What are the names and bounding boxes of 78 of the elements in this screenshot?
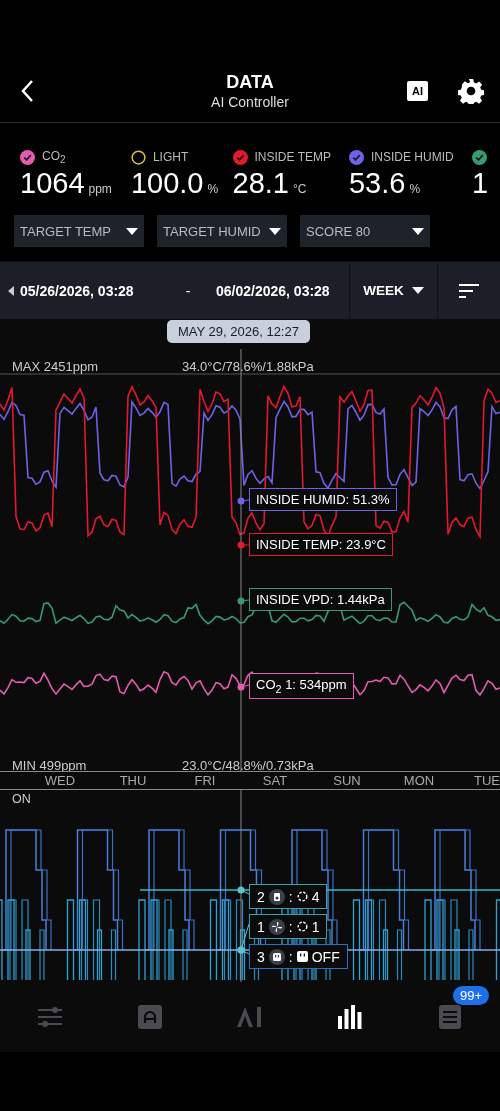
separator: :	[288, 948, 293, 965]
max-label: MAX 2451ppm	[12, 359, 98, 374]
screen-title: DATA	[226, 72, 274, 93]
outlet-icon	[268, 948, 285, 965]
sensor-unit: %	[409, 182, 421, 196]
day-label: WED	[44, 773, 76, 788]
sensor-value: 1064	[20, 167, 85, 200]
filter-dropdown[interactable]: SCORE 80	[300, 215, 430, 247]
check-icon[interactable]	[20, 149, 35, 165]
check-icon[interactable]	[348, 149, 364, 165]
min-label: MIN 499ppm	[12, 758, 87, 773]
nav-tab[interactable]: 99+	[400, 982, 500, 1052]
caret-icon	[269, 227, 281, 235]
max-values: 34.0°C/78.6%/1.88kPa	[182, 359, 314, 374]
dashed-circle-icon	[296, 891, 308, 902]
day-label: THU	[119, 773, 147, 788]
port-number: 3	[257, 948, 265, 965]
filter-dropdown[interactable]: TARGET HUMID	[157, 215, 287, 247]
caret-icon	[412, 227, 424, 235]
separator: :	[288, 888, 293, 905]
separator: :	[288, 918, 293, 935]
screen-subtitle: AI Controller	[211, 94, 289, 110]
port-number: 2	[257, 888, 265, 905]
bar-chart-icon	[338, 1005, 362, 1029]
day-label: SAT	[262, 773, 288, 788]
filter-dropdown[interactable]: TARGET TEMP	[14, 215, 144, 247]
caret-icon	[411, 287, 424, 294]
cursor-time-tooltip: MAY 29, 2026, 12:27	[167, 320, 310, 343]
check-icon[interactable]	[232, 149, 248, 165]
sort-icon	[459, 283, 479, 298]
day-label: FRI	[194, 773, 216, 788]
cursor-dot	[237, 683, 250, 691]
circle-icon[interactable]	[130, 149, 146, 165]
arch-icon	[138, 1005, 162, 1029]
cursor-dot	[237, 541, 250, 549]
value-readout: INSIDE TEMP: 23.9°C	[249, 533, 393, 556]
value-readout: INSIDE VPD: 1.44kPa	[249, 588, 392, 611]
cursor-dot	[237, 597, 250, 605]
check-icon[interactable]	[471, 149, 487, 165]
sensor-unit: ppm	[88, 182, 112, 196]
day-label: SUN	[333, 773, 361, 788]
sensor-value: 53.6	[348, 167, 406, 200]
fan-icon	[268, 918, 285, 935]
port-value: OFF	[311, 948, 340, 965]
cursor-dot	[237, 497, 250, 505]
sensor-value: 100.0	[130, 167, 204, 200]
range-separator: -	[184, 281, 192, 301]
value-readout: CO$_{2}$ 1: 534ppm	[249, 673, 354, 699]
dashed-circle-icon	[296, 921, 308, 932]
sensor-label: LIGHT	[152, 150, 189, 164]
ai-logo-icon	[236, 1007, 264, 1027]
port-value: 1	[311, 918, 320, 935]
sensor-label: CO$_{2}$	[42, 148, 66, 166]
sensor-value: 1	[471, 167, 488, 200]
settings-icon[interactable]	[458, 78, 484, 104]
date-range-start[interactable]: 05/26/2026, 03:28	[0, 262, 160, 319]
notification-badge: 99+	[452, 986, 489, 1005]
heater-icon	[268, 888, 285, 905]
sensor-label: INSIDE TEMP	[254, 150, 331, 164]
port-value: 4	[311, 888, 320, 905]
sensor-unit: °C	[293, 182, 307, 196]
sensor-value: 28.1	[232, 167, 289, 200]
sensor-label: INSIDE HUMID	[370, 150, 454, 164]
sliders-icon	[38, 1006, 62, 1028]
on-state-label: ON	[12, 792, 31, 806]
ai-chat-button[interactable]: AI	[407, 81, 428, 101]
min-values: 23.0°C/48.8%/0.73kPa	[182, 758, 314, 773]
day-label: TUE	[474, 773, 500, 788]
list-icon	[439, 1005, 461, 1029]
value-readout: INSIDE HUMID: 51.3%	[249, 488, 397, 511]
caret-icon	[126, 227, 138, 235]
sensor-unit: %	[207, 182, 219, 196]
day-label: MON	[403, 773, 435, 788]
caret-left-icon	[8, 285, 14, 296]
back-icon[interactable]	[20, 79, 34, 103]
date-range-end[interactable]: 06/02/2026, 03:28	[216, 262, 344, 319]
outlet-icon	[296, 951, 308, 962]
port-number: 1	[257, 918, 265, 935]
